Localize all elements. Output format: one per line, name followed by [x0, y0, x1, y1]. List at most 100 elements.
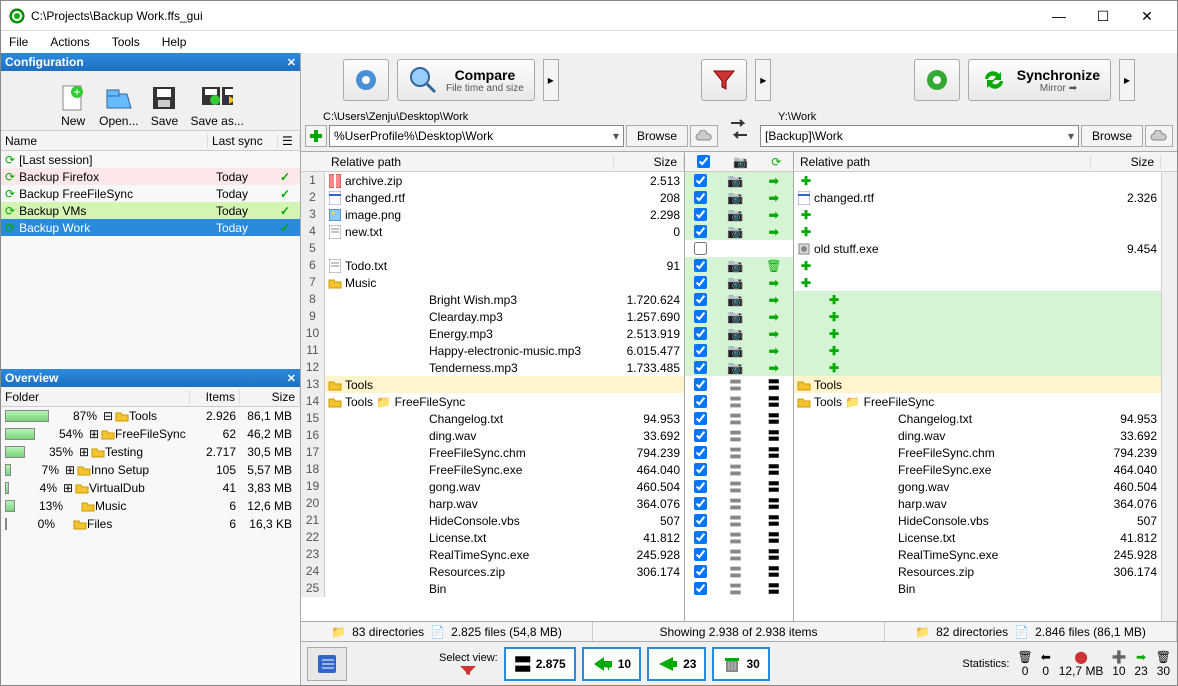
- minimize-button[interactable]: —: [1037, 2, 1081, 30]
- file-row[interactable]: 2changed.rtf208: [301, 189, 684, 206]
- new-button[interactable]: +New: [55, 80, 91, 130]
- filter-dropdown[interactable]: ▸: [755, 59, 771, 101]
- file-row[interactable]: old stuff.exe9.454: [794, 240, 1161, 257]
- file-row[interactable]: 15Changelog.txt94.953: [301, 410, 684, 427]
- file-row[interactable]: FreeFileSync.exe464.040: [794, 461, 1161, 478]
- file-row[interactable]: ding.wav33.692: [794, 427, 1161, 444]
- file-row[interactable]: Tools: [794, 376, 1161, 393]
- filter-button[interactable]: [701, 59, 747, 101]
- open-button[interactable]: Open...: [97, 80, 140, 130]
- right-path-combo[interactable]: [Backup]\Work: [760, 125, 1079, 147]
- action-row[interactable]: 〓〓: [685, 376, 793, 393]
- file-row[interactable]: 17?FreeFileSync.chm794.239: [301, 444, 684, 461]
- middle-action-grid[interactable]: 📷 ⟳ 📷➡📷➡📷➡📷➡📷🗑📷➡📷➡📷➡📷➡📷➡📷➡〓〓〓〓〓〓〓〓〓〓〓〓〓〓…: [684, 152, 794, 621]
- action-row[interactable]: 〓〓: [685, 546, 793, 563]
- maximize-button[interactable]: ☐: [1081, 2, 1125, 30]
- action-row[interactable]: 〓〓: [685, 563, 793, 580]
- file-row[interactable]: ✚: [794, 291, 1161, 308]
- col-name[interactable]: Name: [1, 134, 208, 148]
- compare-dropdown[interactable]: ▸: [543, 59, 559, 101]
- view-create-button[interactable]: 23: [647, 647, 706, 681]
- action-row[interactable]: 📷➡: [685, 172, 793, 189]
- saveas-button[interactable]: Save as...: [188, 80, 245, 130]
- file-row[interactable]: 20harp.wav364.076: [301, 495, 684, 512]
- file-row[interactable]: License.txt41.812: [794, 529, 1161, 546]
- menu-tools[interactable]: Tools: [108, 33, 144, 51]
- file-row[interactable]: changed.rtf2.326: [794, 189, 1161, 206]
- file-row[interactable]: 18FreeFileSync.exe464.040: [301, 461, 684, 478]
- file-row[interactable]: 21HideConsole.vbs507: [301, 512, 684, 529]
- file-row[interactable]: 8Bright Wish.mp31.720.624: [301, 291, 684, 308]
- swap-sides-button[interactable]: [722, 109, 756, 149]
- file-row[interactable]: gong.wav460.504: [794, 478, 1161, 495]
- action-row[interactable]: 〓〓: [685, 495, 793, 512]
- file-row[interactable]: 7Music: [301, 274, 684, 291]
- overview-row[interactable]: 4%⊞VirtualDub413,83 MB: [1, 479, 300, 497]
- left-file-grid[interactable]: Relative pathSize 1archive.zip2.5132chan…: [301, 152, 684, 621]
- file-row[interactable]: ✚: [794, 308, 1161, 325]
- file-row[interactable]: Tools 📁 FreeFileSync: [794, 393, 1161, 410]
- category-icon[interactable]: 📷: [733, 155, 748, 169]
- file-row[interactable]: ✚: [794, 223, 1161, 240]
- file-row[interactable]: 3image.png2.298: [301, 206, 684, 223]
- action-row[interactable]: 〓〓: [685, 410, 793, 427]
- action-icon[interactable]: ⟳: [771, 155, 781, 169]
- session-row[interactable]: ⟳[Last session]: [1, 151, 300, 168]
- action-row[interactable]: [685, 240, 793, 257]
- file-row[interactable]: 10Energy.mp32.513.919: [301, 325, 684, 342]
- file-row[interactable]: 24Resources.zip306.174: [301, 563, 684, 580]
- file-row[interactable]: 22License.txt41.812: [301, 529, 684, 546]
- action-row[interactable]: 📷➡: [685, 206, 793, 223]
- file-row[interactable]: harp.wav364.076: [794, 495, 1161, 512]
- overview-row[interactable]: 87%⊟Tools2.92686,1 MB: [1, 407, 300, 425]
- close-button[interactable]: ✕: [1125, 2, 1169, 30]
- action-row[interactable]: 〓〓: [685, 580, 793, 597]
- action-row[interactable]: 📷➡: [685, 274, 793, 291]
- view-equal-button[interactable]: 〓2.875: [504, 647, 576, 681]
- right-file-grid[interactable]: Relative pathSize ✚changed.rtf2.326✚✚old…: [794, 152, 1177, 621]
- action-row[interactable]: 〓〓: [685, 512, 793, 529]
- action-row[interactable]: 📷➡: [685, 189, 793, 206]
- col-options-icon[interactable]: ☰: [278, 134, 300, 148]
- file-row[interactable]: 6Todo.txt91: [301, 257, 684, 274]
- close-icon[interactable]: ✕: [287, 372, 296, 385]
- scrollbar[interactable]: [1161, 172, 1177, 621]
- file-row[interactable]: 25Bin: [301, 580, 684, 597]
- action-row[interactable]: 〓〓: [685, 529, 793, 546]
- file-row[interactable]: Bin: [794, 580, 1161, 597]
- action-row[interactable]: 📷➡: [685, 291, 793, 308]
- log-button[interactable]: [307, 647, 347, 681]
- session-list[interactable]: ⟳[Last session]⟳Backup FirefoxToday✓⟳Bac…: [1, 151, 300, 236]
- file-row[interactable]: Changelog.txt94.953: [794, 410, 1161, 427]
- action-row[interactable]: 📷➡: [685, 325, 793, 342]
- action-row[interactable]: 📷➡: [685, 359, 793, 376]
- file-row[interactable]: Resources.zip306.174: [794, 563, 1161, 580]
- menu-file[interactable]: File: [5, 33, 32, 51]
- action-row[interactable]: 〓〓: [685, 427, 793, 444]
- overview-row[interactable]: 13%Music612,6 MB: [1, 497, 300, 515]
- col-lastsync[interactable]: Last sync: [208, 134, 278, 148]
- right-cloud-button[interactable]: [1145, 125, 1173, 147]
- file-row[interactable]: ✚: [794, 206, 1161, 223]
- synchronize-button[interactable]: SynchronizeMirror ➡: [968, 59, 1111, 101]
- action-row[interactable]: 〓〓: [685, 478, 793, 495]
- overview-row[interactable]: 7%⊞Inno Setup1055,57 MB: [1, 461, 300, 479]
- menu-actions[interactable]: Actions: [46, 33, 93, 51]
- overview-list[interactable]: 87%⊟Tools2.92686,1 MB54%⊞FreeFileSync624…: [1, 407, 300, 533]
- file-row[interactable]: 19gong.wav460.504: [301, 478, 684, 495]
- file-row[interactable]: 5: [301, 240, 684, 257]
- file-row[interactable]: 12Tenderness.mp31.733.485: [301, 359, 684, 376]
- left-cloud-button[interactable]: [690, 125, 718, 147]
- file-row[interactable]: RealTimeSync.exe245.928: [794, 546, 1161, 563]
- file-row[interactable]: HideConsole.vbs507: [794, 512, 1161, 529]
- file-row[interactable]: 23RealTimeSync.exe245.928: [301, 546, 684, 563]
- action-row[interactable]: 📷🗑: [685, 257, 793, 274]
- close-icon[interactable]: ✕: [287, 56, 296, 69]
- file-row[interactable]: 9Clearday.mp31.257.690: [301, 308, 684, 325]
- file-row[interactable]: ✚: [794, 325, 1161, 342]
- file-row[interactable]: ✚: [794, 342, 1161, 359]
- file-row[interactable]: 13Tools: [301, 376, 684, 393]
- overview-row[interactable]: 35%⊞Testing2.71730,5 MB: [1, 443, 300, 461]
- compare-settings-button[interactable]: [343, 59, 389, 101]
- file-row[interactable]: ?FreeFileSync.chm794.239: [794, 444, 1161, 461]
